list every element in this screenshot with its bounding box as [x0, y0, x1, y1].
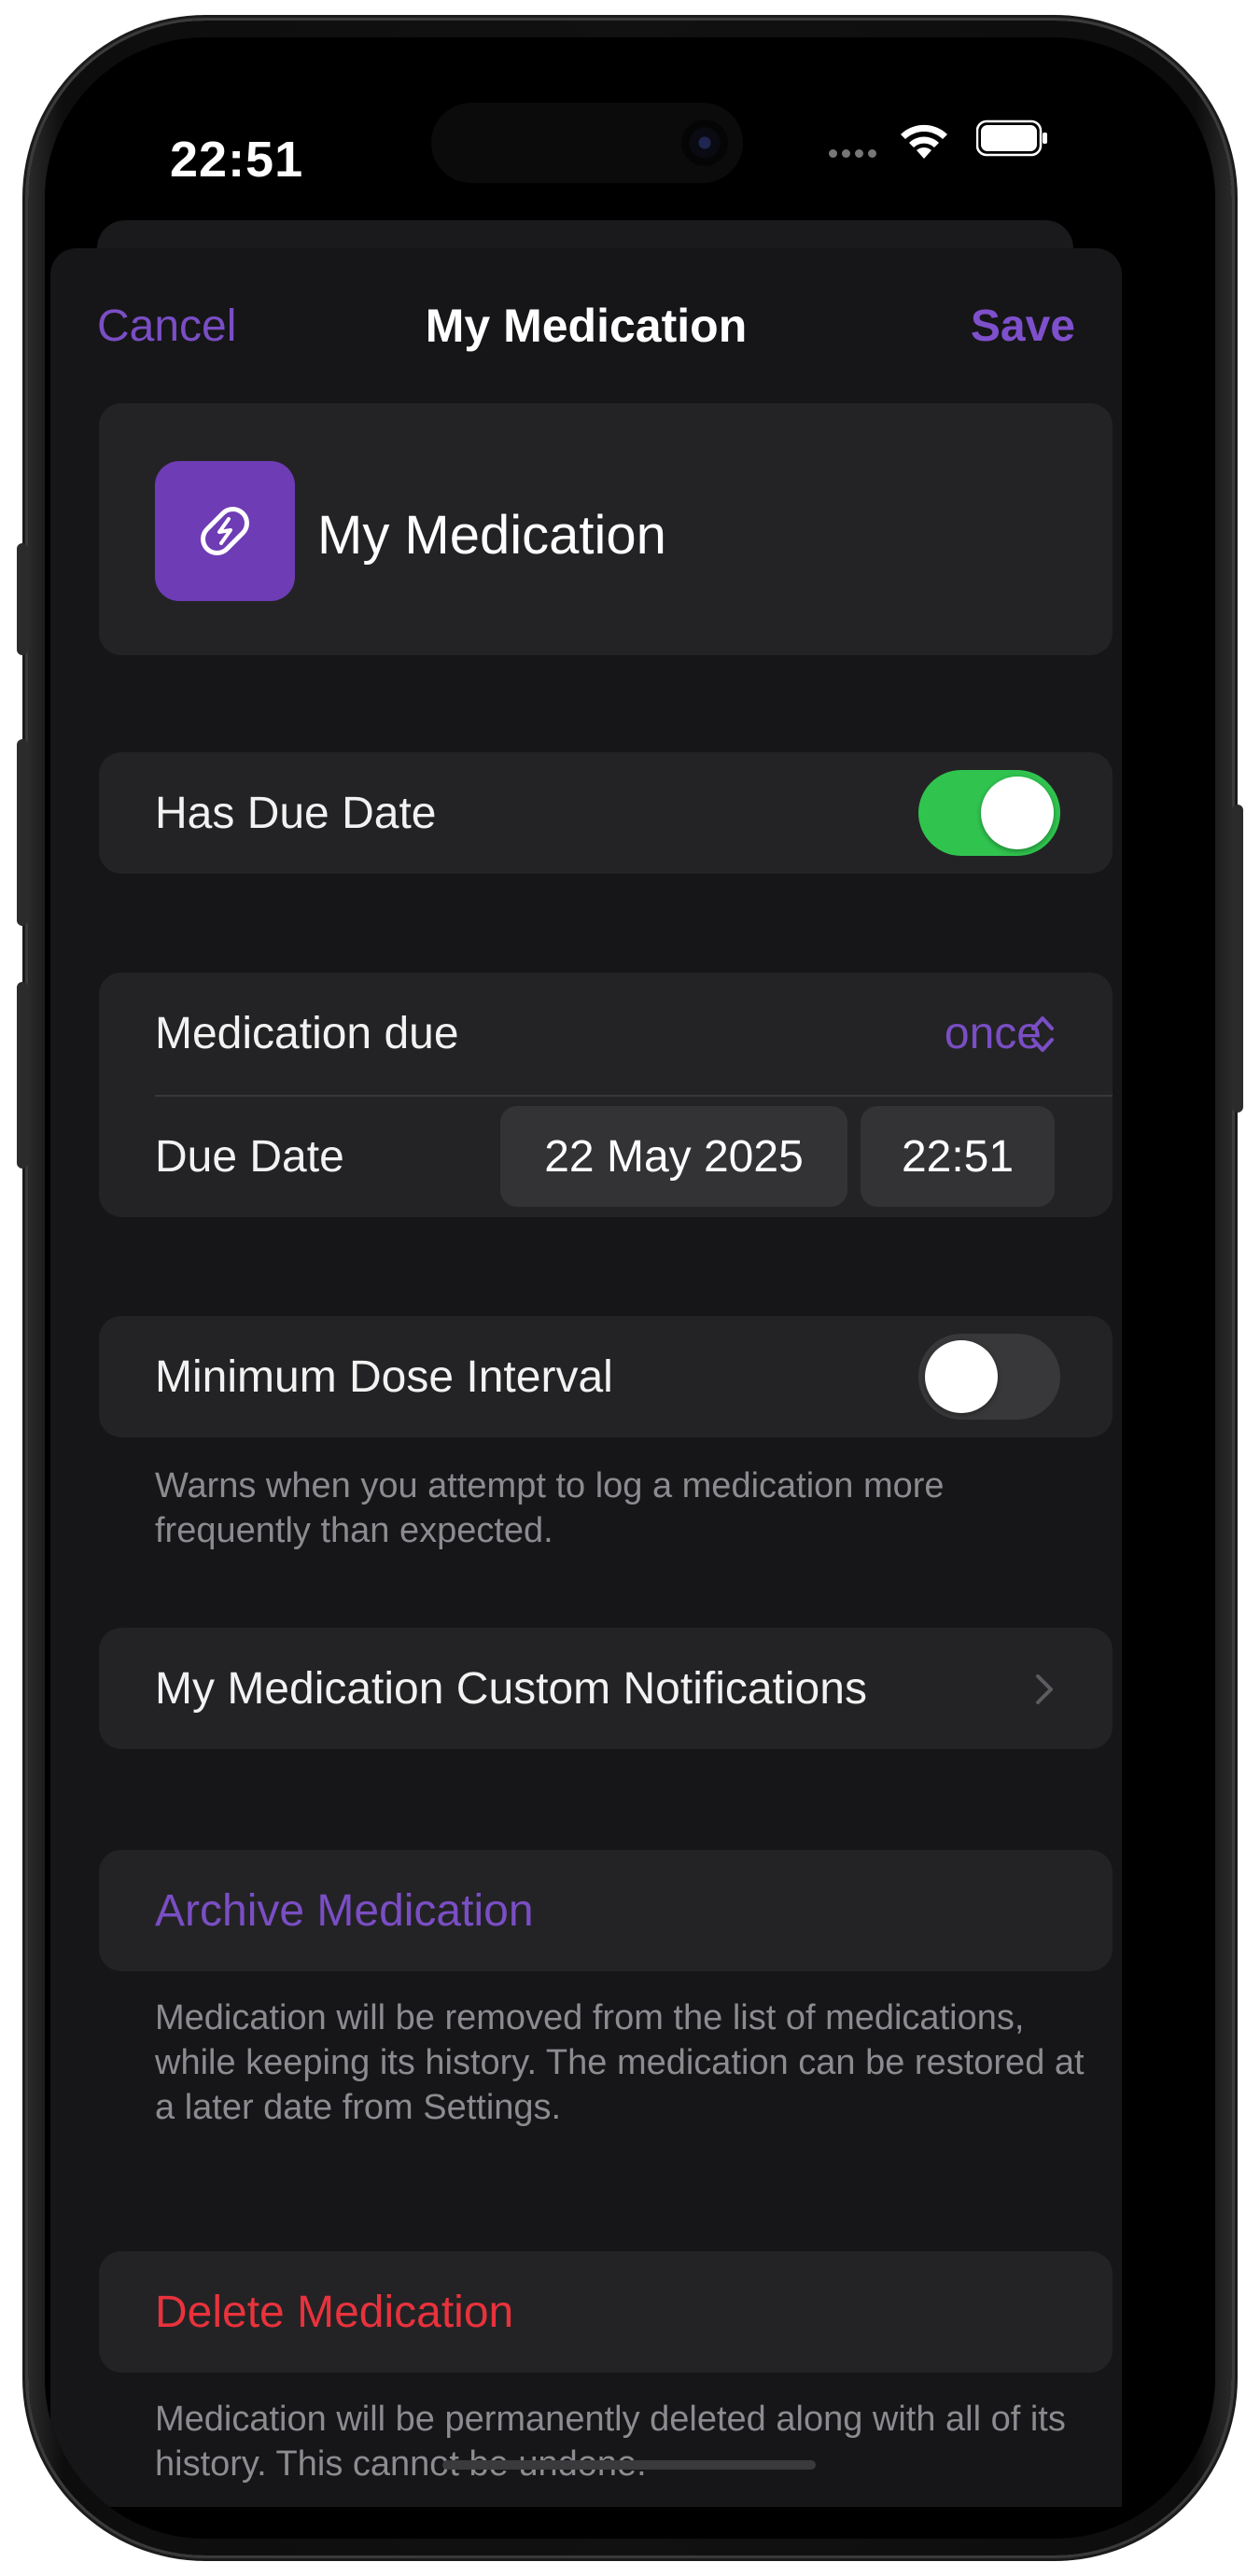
toggle-knob — [981, 777, 1054, 849]
minimum-dose-interval-row: Minimum Dose Interval — [99, 1316, 1113, 1437]
chevron-right-icon — [1036, 1674, 1053, 1704]
has-due-date-label: Has Due Date — [155, 789, 437, 838]
screen: 22:51 Cancel My Medication Save My Medic… — [45, 37, 1215, 2539]
toggle-knob — [925, 1340, 998, 1413]
battery-icon — [976, 119, 1047, 157]
status-time: 22:51 — [170, 132, 304, 188]
delete-medication-label: Delete Medication — [155, 2288, 514, 2337]
medication-icon-button[interactable] — [155, 461, 295, 601]
custom-notifications-label: My Medication Custom Notifications — [155, 1664, 867, 1714]
minimum-dose-footer: Warns when you attempt to log a medicati… — [155, 1466, 945, 1550]
has-due-date-toggle[interactable] — [918, 770, 1060, 856]
minimum-dose-interval-toggle[interactable] — [918, 1334, 1060, 1420]
due-date-label: Due Date — [155, 1132, 344, 1182]
navigation-bar: Cancel My Medication Save — [50, 248, 1122, 360]
medication-due-label: Medication due — [155, 1009, 459, 1058]
delete-medication-button[interactable]: Delete Medication — [99, 2251, 1113, 2373]
row-divider — [155, 1095, 1113, 1097]
delete-footer: Medication will be permanently deleted a… — [155, 2400, 1066, 2484]
custom-notifications-row[interactable]: My Medication Custom Notifications — [99, 1628, 1113, 1749]
save-button[interactable]: Save — [971, 301, 1075, 352]
camera-icon — [681, 119, 728, 166]
schedule-card: Medication due once Due Date 22 May 2025… — [99, 973, 1113, 1217]
volume-down-button — [17, 982, 28, 1169]
action-button — [17, 543, 28, 655]
archive-footer: Medication will be removed from the list… — [155, 1998, 1085, 2127]
chevron-up-down-icon[interactable] — [1029, 1012, 1057, 1057]
wifi-icon — [901, 124, 947, 159]
phone-frame: 22:51 Cancel My Medication Save My Medic… — [17, 21, 1243, 2555]
frequency-picker[interactable]: once — [945, 1008, 1042, 1059]
date-picker-button[interactable]: 22 May 2025 — [500, 1106, 847, 1207]
home-indicator[interactable] — [442, 2460, 816, 2470]
time-picker-button[interactable]: 22:51 — [861, 1106, 1055, 1207]
minimum-dose-interval-label: Minimum Dose Interval — [155, 1352, 613, 1402]
has-due-date-row: Has Due Date — [99, 752, 1113, 874]
page-title: My Medication — [425, 300, 748, 352]
cellular-signal-icon — [829, 149, 876, 158]
power-button — [1232, 805, 1243, 1113]
archive-medication-label: Archive Medication — [155, 1886, 534, 1936]
pill-icon — [201, 507, 249, 555]
edit-medication-sheet: Cancel My Medication Save My Medication — [50, 248, 1122, 2507]
medication-name-card: My Medication — [99, 403, 1113, 655]
volume-up-button — [17, 739, 28, 926]
archive-medication-button[interactable]: Archive Medication — [99, 1850, 1113, 1971]
medication-name-field[interactable]: My Medication — [317, 504, 666, 567]
